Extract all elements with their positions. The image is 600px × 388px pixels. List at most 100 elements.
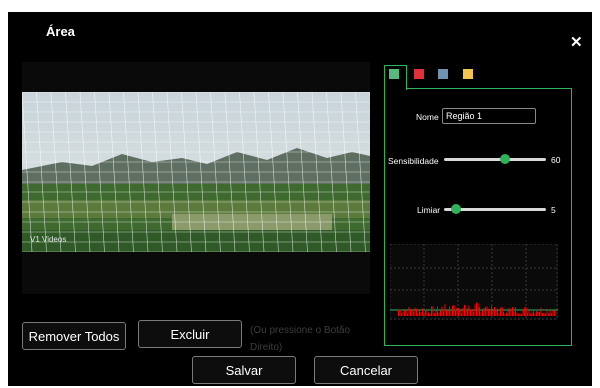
activity-bar bbox=[531, 311, 533, 316]
activity-bar bbox=[408, 306, 410, 316]
activity-bar bbox=[539, 311, 540, 316]
activity-bar bbox=[410, 309, 411, 316]
activity-bar bbox=[461, 313, 462, 316]
activity-bar bbox=[482, 310, 483, 316]
activity-bar bbox=[501, 306, 503, 316]
activity-bar bbox=[453, 305, 455, 316]
activity-bar bbox=[432, 306, 434, 316]
activity-bar bbox=[416, 308, 417, 316]
activity-bar bbox=[542, 312, 543, 316]
activity-bar bbox=[443, 311, 444, 316]
activity-bar bbox=[426, 310, 428, 316]
video-preview[interactable]: V1 Videos bbox=[22, 62, 370, 294]
activity-bar bbox=[444, 304, 446, 316]
tab-region-4[interactable] bbox=[463, 69, 473, 79]
activity-bar bbox=[507, 308, 509, 316]
activity-bar bbox=[483, 308, 485, 316]
activity-bar bbox=[468, 305, 470, 316]
activity-bar bbox=[429, 313, 431, 316]
tab-region-3[interactable] bbox=[438, 69, 448, 79]
activity-bar bbox=[407, 313, 408, 316]
activity-bar bbox=[510, 308, 512, 316]
name-label: Nome bbox=[416, 112, 439, 122]
activity-bar bbox=[417, 313, 419, 316]
activity-bar bbox=[471, 309, 473, 316]
video-watermark: V1 Videos bbox=[30, 235, 66, 244]
activity-bar bbox=[473, 311, 474, 316]
activity-bar bbox=[498, 312, 500, 316]
activity-bar bbox=[549, 310, 551, 316]
activity-bar bbox=[476, 302, 477, 316]
close-icon[interactable]: ✕ bbox=[570, 33, 583, 51]
activity-bar bbox=[540, 307, 542, 316]
activity-bar bbox=[536, 311, 537, 316]
threshold-knob[interactable] bbox=[451, 204, 461, 214]
activity-bar bbox=[551, 313, 552, 316]
activity-bar bbox=[500, 307, 501, 316]
save-button[interactable]: Salvar bbox=[192, 356, 296, 384]
activity-bar bbox=[455, 309, 456, 316]
activity-bar bbox=[530, 313, 531, 316]
activity-bar bbox=[398, 310, 399, 316]
activity-bar bbox=[462, 307, 464, 316]
activity-bar bbox=[518, 313, 519, 316]
activity-bar bbox=[527, 312, 528, 316]
activity-bar bbox=[489, 310, 491, 316]
remove-all-button[interactable]: Remover Todos bbox=[22, 322, 126, 350]
activity-bar bbox=[413, 311, 414, 316]
activity-bar bbox=[419, 310, 420, 316]
activity-bar bbox=[458, 308, 459, 316]
activity-bar bbox=[459, 310, 461, 316]
activity-bar bbox=[492, 310, 494, 316]
activity-bar bbox=[399, 309, 401, 316]
activity-bar bbox=[470, 309, 471, 316]
activity-bar bbox=[401, 313, 402, 316]
activity-bar bbox=[411, 310, 413, 316]
activity-bar bbox=[506, 312, 507, 316]
activity-bar bbox=[447, 310, 449, 316]
activity-bar bbox=[431, 306, 432, 316]
activity-bar bbox=[552, 310, 554, 316]
activity-bar bbox=[534, 313, 536, 316]
activity-bar bbox=[446, 309, 447, 316]
sensitivity-knob[interactable] bbox=[500, 154, 510, 164]
tab-region-1[interactable] bbox=[389, 69, 399, 79]
activity-bar bbox=[438, 312, 440, 316]
activity-bar bbox=[440, 310, 441, 316]
activity-bar bbox=[414, 307, 416, 316]
threshold-value: 5 bbox=[551, 205, 556, 215]
activity-bar bbox=[533, 310, 534, 316]
activity-bar bbox=[420, 312, 422, 316]
activity-bar bbox=[513, 312, 515, 316]
delete-button[interactable]: Excluir bbox=[138, 320, 242, 348]
activity-bar bbox=[405, 309, 407, 316]
activity-bar bbox=[525, 307, 527, 316]
activity-bar bbox=[516, 312, 518, 316]
activity-bar bbox=[422, 308, 423, 316]
activity-bar bbox=[456, 307, 458, 316]
activity-bar bbox=[528, 310, 530, 316]
activity-bar bbox=[488, 308, 489, 316]
activity-bar bbox=[437, 306, 438, 316]
activity-bar bbox=[546, 309, 548, 316]
sensitivity-slider[interactable] bbox=[444, 158, 546, 161]
right-click-hint: (Ou pressione o Botão Direito) bbox=[250, 325, 351, 353]
sensitivity-label: Sensibilidade bbox=[388, 156, 439, 166]
activity-bar bbox=[474, 304, 476, 316]
activity-bar bbox=[509, 308, 510, 316]
activity-bar bbox=[467, 308, 468, 316]
activity-bar bbox=[404, 310, 405, 316]
activity-bar bbox=[464, 305, 465, 316]
camera-image[interactable]: V1 Videos bbox=[22, 92, 370, 252]
activity-bar bbox=[449, 306, 450, 316]
tab-region-2[interactable] bbox=[414, 69, 424, 79]
cancel-button[interactable]: Cancelar bbox=[314, 356, 418, 384]
activity-bar bbox=[545, 313, 546, 316]
region-name-input[interactable] bbox=[442, 108, 536, 124]
activity-bar bbox=[479, 306, 480, 316]
activity-bar bbox=[435, 310, 437, 316]
activity-bar bbox=[494, 307, 495, 316]
activity-bar bbox=[480, 312, 482, 316]
threshold-label: Limiar bbox=[417, 205, 441, 215]
activity-bar bbox=[486, 306, 488, 316]
